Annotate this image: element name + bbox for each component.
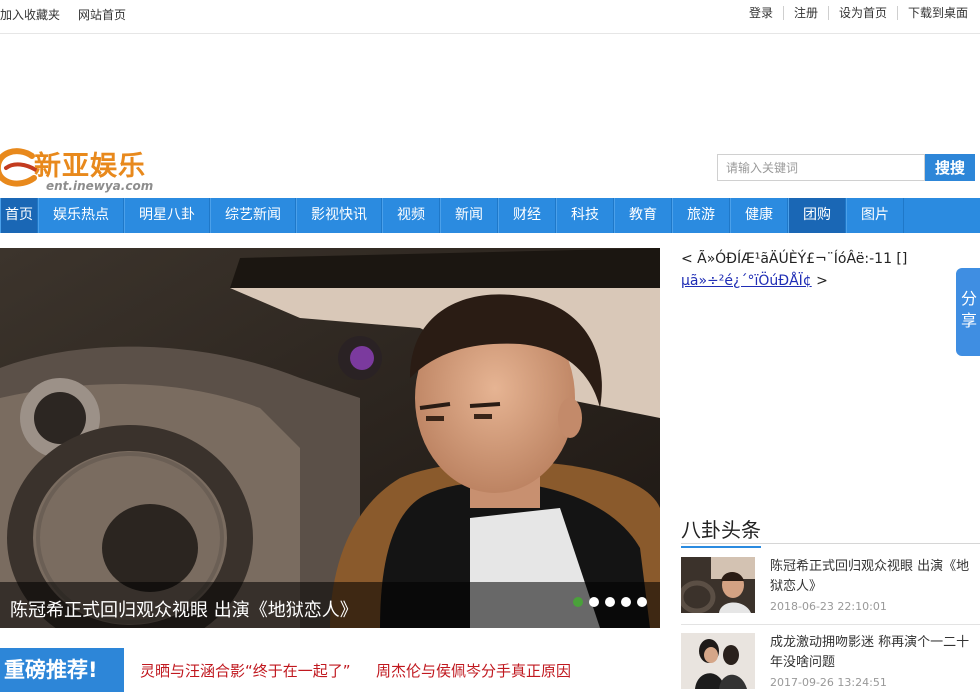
logo-subtitle: ent.inewya.com bbox=[46, 179, 154, 193]
login-link[interactable]: 登录 bbox=[739, 6, 783, 20]
news-thumbnail-image bbox=[681, 633, 755, 689]
share-label-top: 分 bbox=[960, 289, 977, 308]
share-label-bottom: 享 bbox=[960, 311, 977, 330]
hero-dot-4[interactable] bbox=[621, 597, 631, 607]
news-time: 2017-09-26 13:24:51 bbox=[770, 676, 887, 689]
add-favorites-link[interactable]: 加入收藏夹 bbox=[0, 6, 60, 23]
list-item[interactable]: 陈冠希正式回归观众视眼 出演《地狱恋人》 2018-06-23 22:10:01 bbox=[681, 557, 980, 617]
download-desktop-link[interactable]: 下载到桌面 bbox=[896, 6, 978, 20]
nav-item-group-buy[interactable]: 团购 bbox=[788, 198, 846, 233]
gossip-section-header: 八卦头条 bbox=[681, 514, 980, 548]
top-right-links: 登录 注册 设为首页 下载到桌面 bbox=[739, 6, 978, 20]
news-title[interactable]: 陈冠希正式回归观众视眼 出演《地狱恋人》 bbox=[770, 557, 980, 597]
nav-item-celebrity-gossip[interactable]: 明星八卦 bbox=[124, 198, 210, 233]
news-thumbnail-image bbox=[681, 557, 755, 613]
hero-pagination bbox=[573, 597, 653, 607]
featured-recommend: 重磅推荐! 灵晒与汪涵合影“终于在一起了” 周杰伦与侯佩岑分手真正原因 bbox=[0, 648, 660, 692]
hero-dot-3[interactable] bbox=[605, 597, 615, 607]
share-button[interactable]: 分 享 bbox=[956, 268, 980, 356]
ad-tail-text: > bbox=[816, 273, 828, 289]
featured-link-2[interactable]: 周杰伦与侯佩岑分手真正原因 bbox=[376, 660, 571, 681]
nav-item-finance[interactable]: 财经 bbox=[498, 198, 556, 233]
nav-item-tech[interactable]: 科技 bbox=[556, 198, 614, 233]
nav-item-health[interactable]: 健康 bbox=[730, 198, 788, 233]
nav-item-variety-news[interactable]: 综艺新闻 bbox=[210, 198, 296, 233]
set-homepage-link[interactable]: 设为首页 bbox=[827, 6, 897, 20]
nav-item-film-news[interactable]: 影视快讯 bbox=[296, 198, 382, 233]
nav-item-news[interactable]: 新闻 bbox=[440, 198, 498, 233]
hero-caption[interactable]: 陈冠希正式回归观众视眼 出演《地狱恋人》 bbox=[10, 596, 358, 622]
main-nav: 首页 娱乐热点 明星八卦 综艺新闻 影视快讯 视频 新闻 财经 科技 教育 旅游… bbox=[0, 198, 980, 233]
news-divider bbox=[681, 624, 980, 625]
ad-help-link[interactable]: µã»÷²é¿´°ïÖúÐÅÏ¢ bbox=[681, 273, 812, 289]
hero-slider[interactable]: 陈冠希正式回归观众视眼 出演《地狱恋人》 bbox=[0, 248, 660, 628]
hero-dot-1[interactable] bbox=[573, 597, 583, 607]
hero-dot-2[interactable] bbox=[589, 597, 599, 607]
logo-title: 新亚娱乐 bbox=[34, 151, 146, 182]
ad-error-text: < Ã»ÓÐÍÆ¹ãÄÚÈÝ£¬¨ÍóÂë:-11 [] bbox=[681, 251, 908, 267]
ad-placeholder-text: < Ã»ÓÐÍÆ¹ãÄÚÈÝ£¬¨ÍóÂë:-11 [] µã»÷²é¿´°ïÖ… bbox=[681, 248, 976, 292]
site-logo[interactable]: 新亚娱乐 ent.inewya.com bbox=[0, 142, 164, 196]
list-item[interactable]: 成龙激动拥吻影迷 称再演个一二十年没啥问题 2017-09-26 13:24:5… bbox=[681, 633, 980, 693]
news-thumbnail[interactable] bbox=[681, 633, 755, 689]
nav-item-images[interactable]: 图片 bbox=[846, 198, 904, 233]
featured-badge: 重磅推荐! bbox=[0, 648, 124, 692]
nav-item-video[interactable]: 视频 bbox=[382, 198, 440, 233]
nav-item-travel[interactable]: 旅游 bbox=[672, 198, 730, 233]
nav-item-education[interactable]: 教育 bbox=[614, 198, 672, 233]
news-thumbnail[interactable] bbox=[681, 557, 755, 613]
news-title[interactable]: 成龙激动拥吻影迷 称再演个一二十年没啥问题 bbox=[770, 633, 980, 673]
site-home-link[interactable]: 网站首页 bbox=[78, 6, 126, 23]
nav-item-ent-hot[interactable]: 娱乐热点 bbox=[38, 198, 124, 233]
register-link[interactable]: 注册 bbox=[782, 6, 828, 20]
search-input[interactable] bbox=[717, 154, 925, 181]
nav-item-home[interactable]: 首页 bbox=[0, 198, 38, 233]
search-box: 搜搜 bbox=[717, 154, 975, 182]
hero-dot-5[interactable] bbox=[637, 597, 647, 607]
hero-image bbox=[0, 248, 660, 628]
search-button[interactable]: 搜搜 bbox=[925, 154, 975, 181]
featured-link-1[interactable]: 灵晒与汪涵合影“终于在一起了” bbox=[140, 660, 351, 681]
top-left-links: 加入收藏夹 网站首页 bbox=[0, 6, 144, 23]
gossip-heading: 八卦头条 bbox=[681, 514, 761, 548]
logo-swoosh-icon bbox=[0, 148, 38, 187]
top-utility-bar: 加入收藏夹 网站首页 登录 注册 设为首页 下载到桌面 bbox=[0, 0, 980, 34]
news-time: 2018-06-23 22:10:01 bbox=[770, 600, 887, 613]
